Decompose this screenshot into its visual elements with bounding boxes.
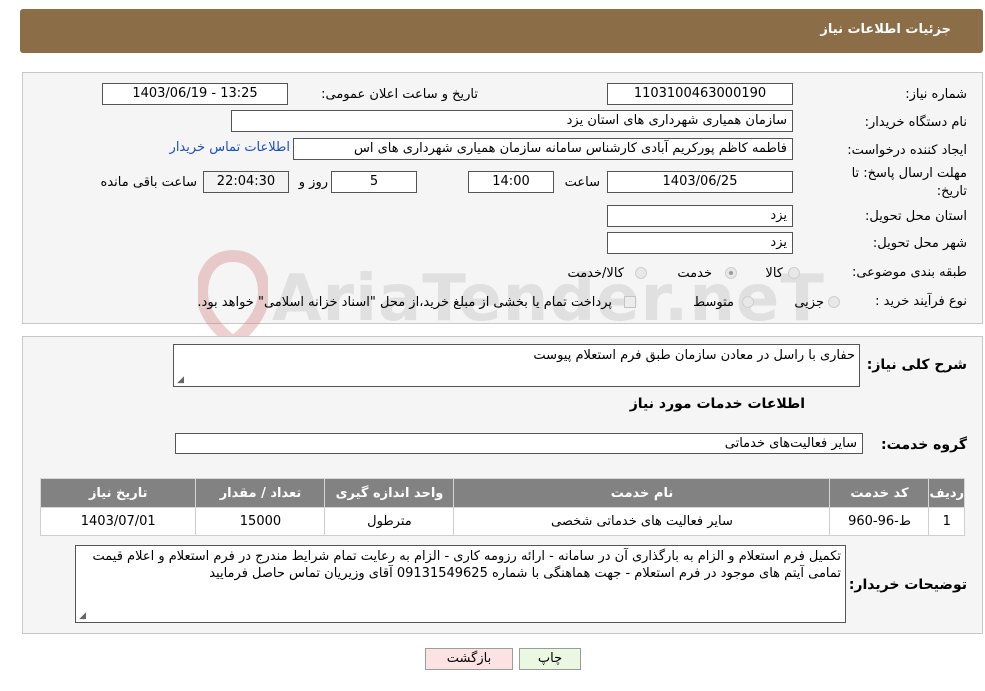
buyer-notes-text: تکمیل فرم استعلام و الزام به بارگذاری آن… [92,549,841,581]
buyer-contact-link[interactable]: اطلاعات تماس خریدار [156,140,290,155]
resize-grip-icon[interactable]: ◢ [176,376,184,385]
service-group-label: گروه خدمت: [881,437,967,453]
days-field: 5 [331,171,417,193]
category-goods-service-radio[interactable] [635,267,647,279]
announce-date-field: 1403/06/19 - 13:25 [102,83,288,105]
remaining-time-field: 22:04:30 [203,171,289,193]
purchase-type-label: نوع فرآیند خرید : [875,294,967,309]
province-field: یزد [607,205,793,227]
remaining-time-label: ساعت باقی مانده [100,175,197,190]
resize-grip-icon[interactable]: ◢ [78,612,86,621]
category-service-radio[interactable] [725,267,737,279]
announce-label: تاریخ و ساعت اعلان عمومی: [321,87,478,102]
page-title: جزئیات اطلاعات نیاز [820,22,951,37]
col-row-number: ردیف [928,478,965,508]
deadline-time-label: ساعت [564,175,600,190]
purchase-medium-radio[interactable] [742,296,754,308]
deadline-label-date: تاریخ: [936,184,967,199]
table-header-row: ردیف کد خدمت نام خدمت واحد اندازه گیری ت… [39,478,965,508]
cell-service-name: سایر فعالیت های خدماتی شخصی [453,507,831,536]
back-button[interactable]: بازگشت [425,648,513,670]
buyer-notes-field: تکمیل فرم استعلام و الزام به بارگذاری آن… [75,545,846,623]
page-header: جزئیات اطلاعات نیاز [20,9,983,53]
days-label: روز و [298,175,328,190]
city-label: شهر محل تحویل: [872,236,967,251]
category-label: طبقه بندی موضوعی: [851,265,967,280]
col-quantity: تعداد / مقدار [195,478,326,508]
service-group-field: سایر فعالیت‌های خدماتی [175,433,863,454]
col-need-date: تاریخ نیاز [39,478,197,508]
print-button[interactable]: چاپ [519,648,581,670]
deadline-time-field: 14:00 [468,171,554,193]
cell-unit: مترطول [324,507,455,536]
cell-row-number: 1 [928,507,965,536]
treasury-payment-note: پرداخت تمام یا بخشی از مبلغ خرید،از محل … [197,295,612,310]
buyer-org-field: سازمان همیاری شهرداری های استان یزد [231,110,793,132]
general-desc-label: شرح کلی نیاز: [866,357,967,373]
cell-need-date: 1403/07/01 [39,507,197,536]
col-service-code: کد خدمت [829,478,930,508]
cell-service-code: ط-96-960 [829,507,930,536]
services-table: ردیف کد خدمت نام خدمت واحد اندازه گیری ت… [39,478,965,536]
purchase-medium-label: متوسط [693,295,734,310]
general-desc-text: حفاری با راسل در معادن سازمان طبق فرم اس… [533,348,855,363]
need-number-label: شماره نیاز: [905,87,967,102]
col-service-name: نام خدمت [453,478,831,508]
purchase-minor-radio[interactable] [828,296,840,308]
need-number-field: 1103100463000190 [607,83,793,105]
general-desc-field: حفاری با راسل در معادن سازمان طبق فرم اس… [173,344,860,387]
creator-label: ایجاد کننده درخواست: [847,143,967,158]
category-goods-service-label: کالا/خدمت [567,266,624,281]
services-section-title: اطلاعات خدمات مورد نیاز [629,396,805,412]
purchase-minor-label: جزیی [794,295,824,310]
category-goods-label: کالا [765,266,783,281]
deadline-date-field: 1403/06/25 [607,171,793,193]
treasury-payment-checkbox[interactable] [624,296,636,308]
deadline-label: مهلت ارسال پاسخ: تا [851,166,967,181]
category-service-label: خدمت [677,266,712,281]
buyer-notes-label: توضیحات خریدار: [848,577,967,593]
col-unit: واحد اندازه گیری [324,478,455,508]
category-goods-radio[interactable] [788,267,800,279]
city-field: یزد [607,232,793,254]
buyer-org-label: نام دستگاه خریدار: [864,115,967,130]
table-row: 1 ط-96-960 سایر فعالیت های خدماتی شخصی م… [39,507,965,536]
creator-field: فاطمه کاظم پورکریم آبادی کارشناس سامانه … [293,138,793,160]
cell-quantity: 15000 [195,507,326,536]
province-label: استان محل تحویل: [865,209,967,224]
